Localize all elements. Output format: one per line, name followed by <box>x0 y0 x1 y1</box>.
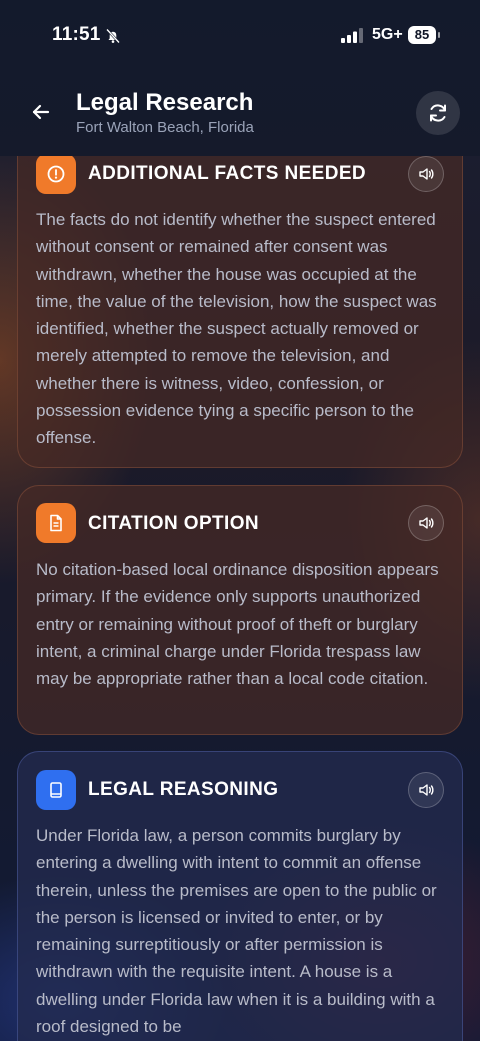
speaker-icon <box>419 168 434 180</box>
back-button[interactable] <box>20 91 62 133</box>
card-citation-option: CITATION OPTION No citation-based local … <box>17 485 463 735</box>
card-title: ADDITIONAL FACTS NEEDED <box>88 163 367 184</box>
refresh-button[interactable] <box>416 91 460 135</box>
speaker-button[interactable] <box>408 156 444 192</box>
battery-indicator: 85 <box>408 26 440 44</box>
network-label: 5G+ <box>372 26 403 43</box>
refresh-icon <box>430 104 446 122</box>
speaker-icon <box>419 784 434 796</box>
card-body: Under Florida law, a person commits burg… <box>36 826 437 1037</box>
location-subtitle: Fort Walton Beach, Florida <box>76 119 254 136</box>
card-additional-facts: ADDITIONAL FACTS NEEDED The facts do not… <box>17 132 463 468</box>
card-body: The facts do not identify whether the su… <box>36 210 437 448</box>
status-time: 11:51 <box>52 24 101 45</box>
card-legal-reasoning: LEGAL REASONING Under Florida law, a per… <box>17 751 463 1041</box>
signal-icon <box>341 28 363 43</box>
speaker-button[interactable] <box>408 772 444 808</box>
card-body: No citation-based local ordinance dispos… <box>36 560 439 689</box>
card-title: LEGAL REASONING <box>88 779 279 800</box>
document-icon <box>36 503 76 543</box>
alert-circle-icon <box>36 154 76 194</box>
card-title: CITATION OPTION <box>88 513 260 534</box>
page-title: Legal Research <box>76 89 254 116</box>
speaker-icon <box>419 517 434 529</box>
back-arrow-icon <box>32 104 50 120</box>
speaker-button[interactable] <box>408 505 444 541</box>
book-icon <box>36 770 76 810</box>
bell-slash-icon <box>106 28 120 44</box>
status-bar: 11:51 5G+ 85 <box>0 0 480 72</box>
